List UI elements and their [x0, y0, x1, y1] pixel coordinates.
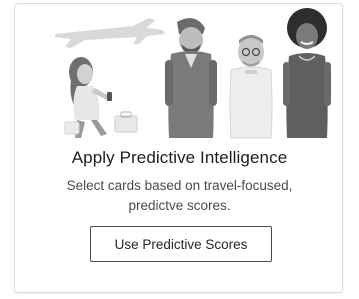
- traveler-woman-icon: [64, 57, 138, 138]
- airplane-icon: [55, 18, 165, 48]
- card-description: Select cards based on travel-focused, pr…: [66, 178, 293, 213]
- traveler-man-beanie-icon: [165, 18, 217, 138]
- predictive-intelligence-card: Apply Predictive Intelligence Select car…: [14, 3, 343, 293]
- use-predictive-scores-button[interactable]: Use Predictive Scores: [90, 226, 272, 262]
- travelers-illustration: [55, 8, 331, 139]
- traveler-man-glasses-icon: [229, 35, 273, 139]
- card-title: Apply Predictive Intelligence: [71, 148, 288, 167]
- traveler-woman-afro-icon: [283, 8, 331, 138]
